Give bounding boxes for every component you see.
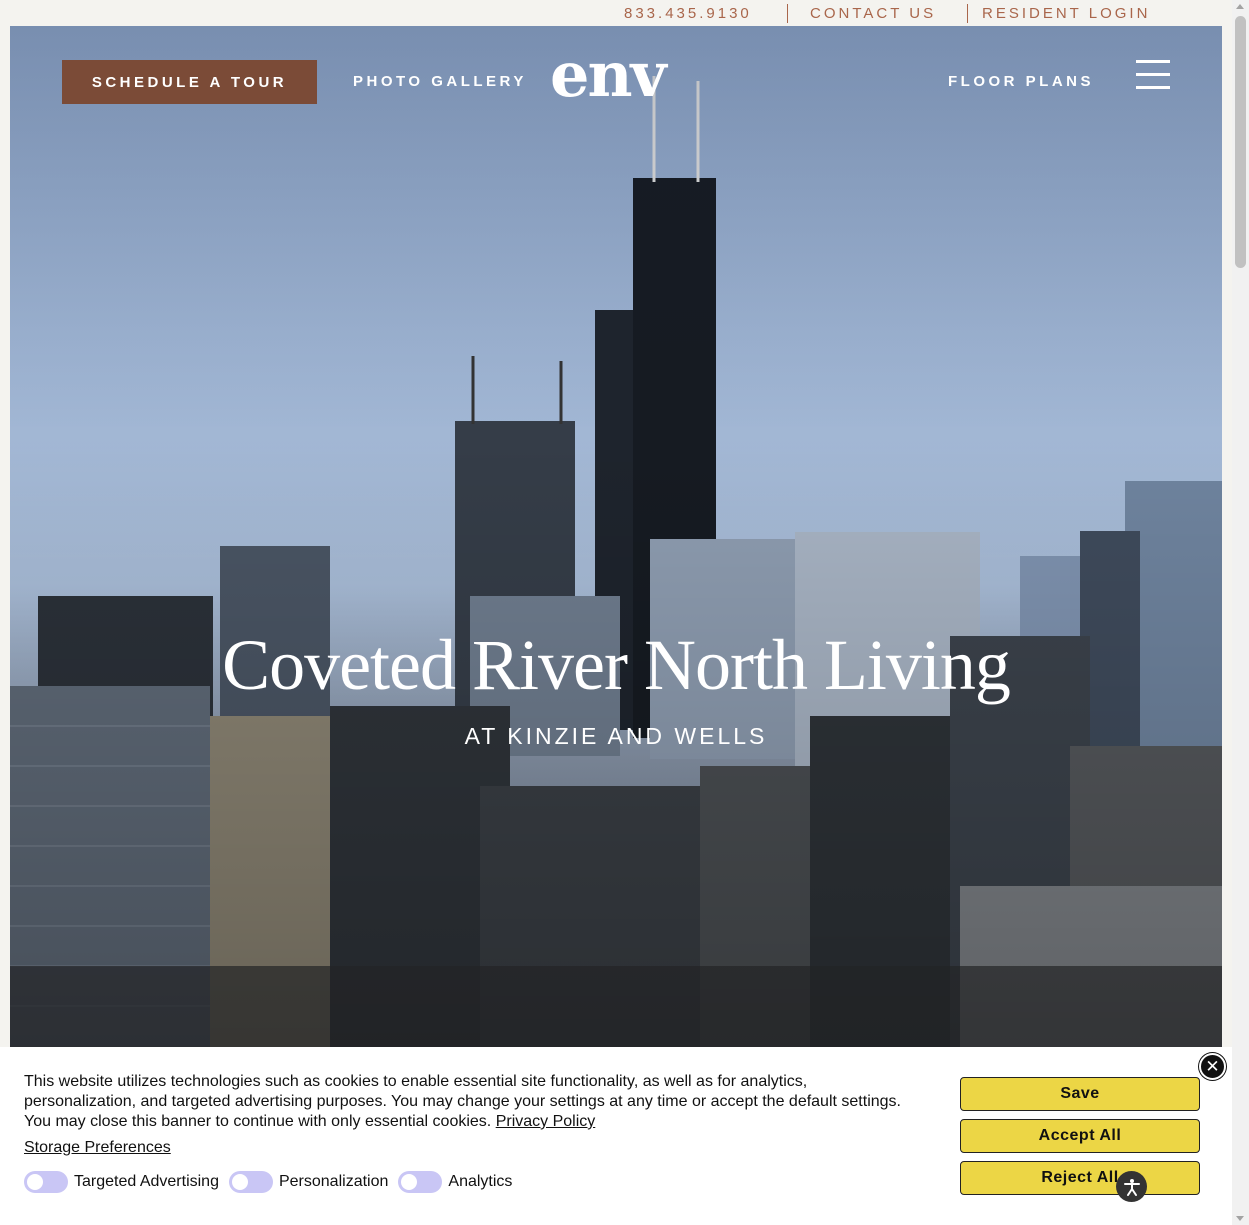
close-icon[interactable]: ✕ — [1199, 1053, 1226, 1080]
personalization-toggle[interactable] — [228, 1171, 273, 1193]
toggle-label: Personalization — [278, 1173, 389, 1190]
utility-bar: 833.435.9130 CONTACT US RESIDENT LOGIN — [0, 0, 1232, 26]
hero-subtitle: AT KINZIE AND WELLS — [464, 723, 768, 749]
divider — [787, 4, 788, 23]
phone-link[interactable]: 833.435.9130 — [624, 5, 752, 22]
preference-toggles: Targeted Advertising Personalization Ana… — [24, 1171, 522, 1193]
toggle-label: Targeted Advertising — [74, 1173, 219, 1190]
contact-us-link[interactable]: CONTACT US — [810, 5, 936, 22]
reject-all-button[interactable]: Reject All — [960, 1161, 1200, 1195]
privacy-policy-link[interactable]: Privacy Policy — [496, 1113, 596, 1130]
schedule-tour-button[interactable]: SCHEDULE A TOUR — [62, 60, 317, 104]
cookie-banner: This website utilizes technologies such … — [0, 1047, 1232, 1225]
accessibility-icon[interactable] — [1116, 1171, 1147, 1202]
targeted-advertising-toggle[interactable] — [24, 1171, 68, 1193]
cookie-message: This website utilizes technologies such … — [24, 1072, 904, 1132]
env-logo[interactable]: env — [550, 44, 667, 106]
hero-section: SCHEDULE A TOUR PHOTO GALLERY env FLOOR … — [10, 26, 1222, 1047]
resident-login-link[interactable]: RESIDENT LOGIN — [982, 5, 1150, 22]
floor-plans-link[interactable]: FLOOR PLANS — [948, 73, 1094, 90]
analytics-toggle[interactable] — [398, 1171, 443, 1193]
scroll-up-arrow-icon[interactable] — [1236, 4, 1244, 9]
hamburger-menu-icon[interactable] — [1136, 60, 1170, 90]
scroll-thumb[interactable] — [1235, 16, 1246, 268]
divider — [967, 4, 968, 23]
save-button[interactable]: Save — [960, 1077, 1200, 1111]
hero-overlay — [10, 26, 1222, 1047]
accept-all-button[interactable]: Accept All — [960, 1119, 1200, 1153]
photo-gallery-link[interactable]: PHOTO GALLERY — [353, 73, 527, 90]
page-scrollbar[interactable] — [1232, 0, 1249, 1225]
storage-preferences-link[interactable]: Storage Preferences — [24, 1139, 171, 1157]
cookie-message-text: This website utilizes technologies such … — [24, 1073, 901, 1130]
scroll-down-arrow-icon[interactable] — [1236, 1216, 1244, 1221]
toggle-label: Analytics — [448, 1173, 513, 1190]
hero-title: Coveted River North Living — [222, 625, 1011, 705]
